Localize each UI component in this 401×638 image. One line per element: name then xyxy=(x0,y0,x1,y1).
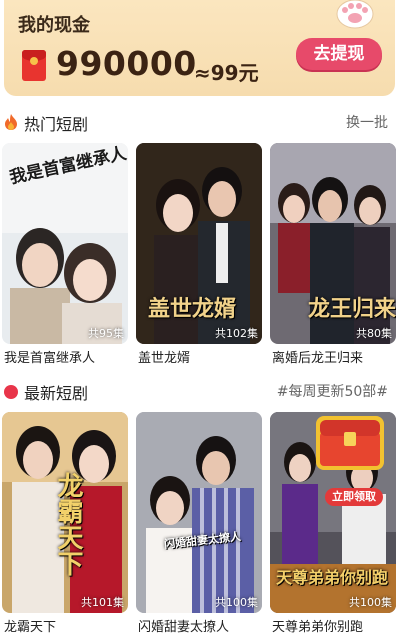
episode-count: 共102集 xyxy=(215,327,258,340)
cat-paw-icon xyxy=(336,0,374,29)
weekly-update-tag: #每周更新50部# xyxy=(276,384,388,400)
drama-poster[interactable]: 盖世龙婿 共102集 xyxy=(136,143,262,344)
cash-approx-value: ≈99元 xyxy=(194,61,259,85)
hot-section-title: 热门短剧 xyxy=(24,115,89,134)
fire-icon xyxy=(5,114,17,130)
poster-title-art: 天尊弟弟你别跑 xyxy=(276,568,389,587)
wallet-card: 我的现金 990000 ≈99元 去提现 xyxy=(4,0,395,96)
drama-title: 我是首富继承人 xyxy=(4,351,96,366)
poster-title-art: 盖世龙婿 xyxy=(148,296,237,322)
drama-poster[interactable]: 立即领取 天尊弟弟你别跑 共100集 xyxy=(270,412,396,613)
episode-count: 共101集 xyxy=(81,596,124,609)
drama-title: 龙霸天下 xyxy=(4,620,57,635)
drama-poster[interactable]: 闪婚甜妻太撩人 共100集 xyxy=(136,412,262,613)
poster-title-art: 龙霸天下 xyxy=(53,472,83,576)
drama-poster[interactable]: 龙王归来 共80集 xyxy=(270,143,396,344)
refresh-batch-link[interactable]: 换一批 xyxy=(346,112,388,132)
episode-count: 共80集 xyxy=(356,327,392,340)
drama-title: 天尊弟弟你别跑 xyxy=(272,620,364,635)
poster-title-art: 龙王归来 xyxy=(308,296,396,322)
hot-section-header: 热门短剧 换一批 xyxy=(0,109,401,135)
withdraw-button[interactable]: 去提现 xyxy=(296,38,382,70)
new-section-title: 最新短剧 xyxy=(24,384,89,403)
episode-count: 共100集 xyxy=(215,596,258,609)
drama-poster[interactable]: 龙霸天下 共101集 xyxy=(2,412,128,613)
episode-count: 共100集 xyxy=(349,596,392,609)
drama-poster[interactable]: 我是首富继承人 共95集 xyxy=(2,143,128,344)
red-packet-icon xyxy=(22,50,46,81)
red-dot-icon xyxy=(4,385,18,399)
drama-title: 盖世龙婿 xyxy=(138,351,191,366)
drama-title: 闪婚甜妻太撩人 xyxy=(138,620,230,635)
drama-title: 离婚后龙王归来 xyxy=(272,351,364,366)
wallet-title: 我的现金 xyxy=(18,15,90,36)
cash-amount: 990000 xyxy=(56,44,197,83)
new-section-header: 最新短剧 #每周更新50部# xyxy=(0,378,401,404)
episode-count: 共95集 xyxy=(88,327,124,340)
claim-now-badge[interactable]: 立即领取 xyxy=(325,488,383,506)
